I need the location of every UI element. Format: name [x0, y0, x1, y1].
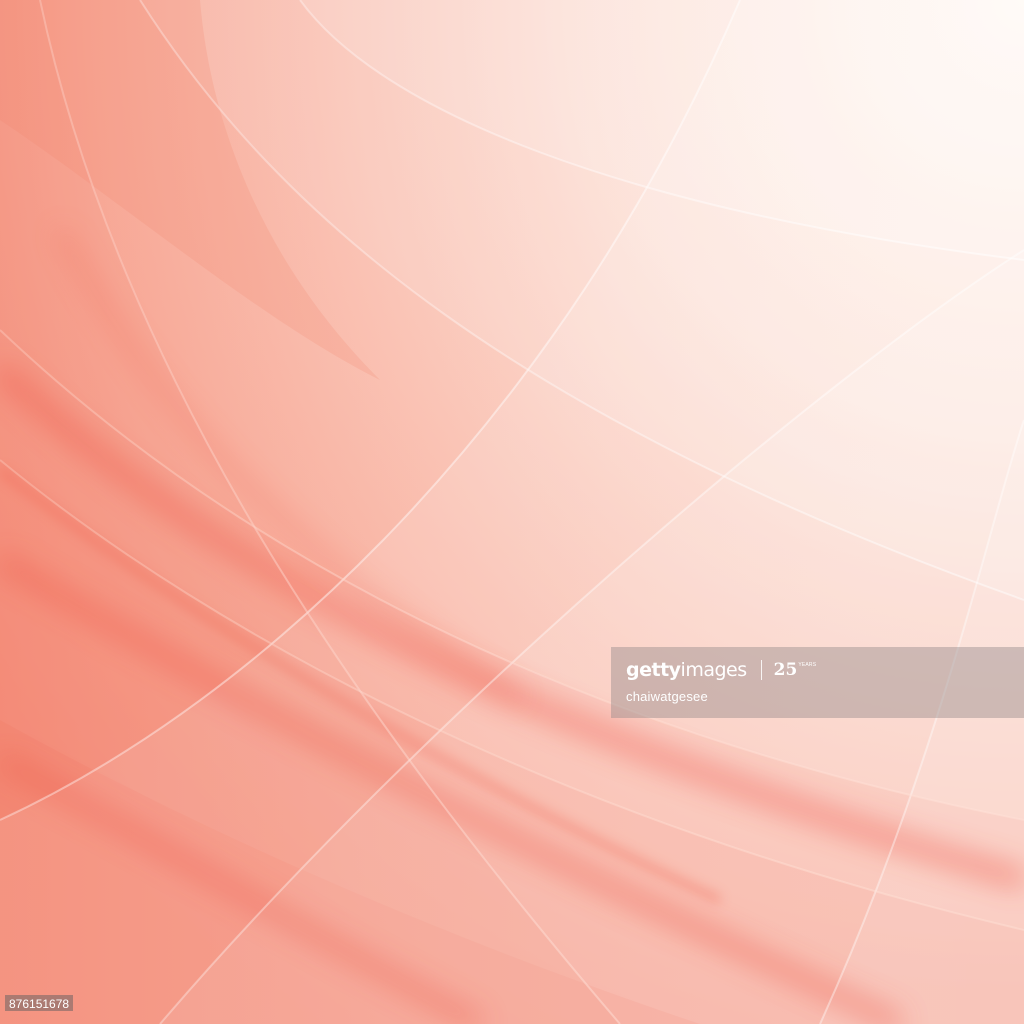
getty-images-logo: gettyimages [626, 658, 748, 681]
image-id-label: 876151678 [5, 995, 74, 1011]
anniversary-label: YEARS [798, 661, 817, 668]
abstract-wave-background [0, 0, 1024, 1024]
stock-photo: gettyimages 25 YEARS chaiwatgesee 876151… [0, 0, 1024, 1024]
watermark-divider [760, 660, 762, 680]
getty-images-watermark: gettyimages 25 YEARS chaiwatgesee [611, 647, 1024, 718]
photographer-credit: chaiwatgesee [626, 689, 708, 704]
watermark-brand-row: gettyimages 25 YEARS [626, 657, 1024, 683]
anniversary-number: 25 [773, 659, 798, 680]
logo-text-bold: getty [626, 658, 681, 681]
anniversary-badge: 25 YEARS [773, 659, 817, 680]
logo-text-light: images [680, 658, 748, 681]
